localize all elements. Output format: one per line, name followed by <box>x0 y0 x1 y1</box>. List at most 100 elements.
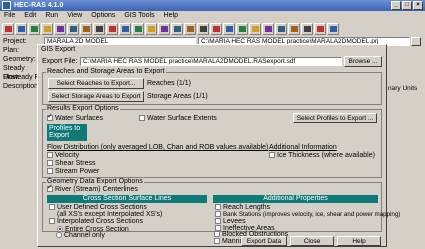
geometry-icon[interactable] <box>28 22 40 35</box>
results-group: Results Export Options Water Surfaces Wa… <box>42 105 382 178</box>
user-defined-xs-label: User Defined Cross Sections <box>57 204 147 211</box>
xyz-plot-icon[interactable] <box>210 22 222 35</box>
open-icon[interactable] <box>2 22 14 35</box>
water-surfaces-label: Water Surfaces <box>55 115 103 122</box>
entire-xs-radio[interactable]: Entire Cross Section <box>57 226 129 234</box>
export-file-label: Export File: <box>42 58 78 65</box>
radio-selected[interactable] <box>57 226 63 233</box>
menu-gis-tools[interactable]: GIS Tools <box>124 11 154 21</box>
flow-distribution-label: Flow Distribution (only averaged LOB, Ch… <box>47 144 269 151</box>
minimize-icon[interactable]: _ <box>391 1 401 10</box>
water-surface-extents-label: Water Surface Extents <box>147 115 217 122</box>
menu-help[interactable]: Help <box>164 11 178 21</box>
hecras-app-icon <box>2 1 11 10</box>
stream-power-checkbox[interactable]: Stream Power <box>47 168 99 176</box>
reaches-group-label: Reaches and Storage Areas to Export <box>46 68 166 76</box>
export-data-button[interactable]: Export Data <box>241 236 287 246</box>
checkbox-unchecked[interactable] <box>139 115 145 122</box>
save-icon[interactable] <box>15 22 27 35</box>
quasi-flow-icon[interactable] <box>67 22 79 35</box>
water-surface-extents-checkbox[interactable]: Water Surface Extents <box>139 115 217 123</box>
export-file-input[interactable]: C:\MARIA HEC RAS MODEL practice\MARALA2D… <box>80 57 342 66</box>
checkbox-unchecked[interactable] <box>269 152 275 159</box>
checkbox-unchecked[interactable] <box>215 204 221 211</box>
checkbox-unchecked[interactable] <box>47 168 53 175</box>
menu-view[interactable]: View <box>67 11 82 21</box>
additional-properties-header: Additional Properties <box>213 195 378 203</box>
profile-table-icon[interactable] <box>249 22 261 35</box>
ice-thickness-label: Ice Thickness (where available) <box>277 152 375 159</box>
warnings-icon[interactable] <box>275 22 287 35</box>
storage-areas-count: Storage Areas (1/1) <box>147 93 208 100</box>
shear-stress-label: Shear Stress <box>55 160 96 167</box>
water-surfaces-checkbox[interactable]: Water Surfaces <box>47 113 103 123</box>
help-button[interactable]: Help <box>337 236 381 246</box>
rating-curve-icon[interactable] <box>197 22 209 35</box>
river-centerlines-label: River (Stream) Centerlines <box>55 186 138 193</box>
units-label: nary Units <box>388 85 418 92</box>
dialog-title: GIS Export <box>41 46 76 53</box>
sediment-analysis-icon[interactable] <box>132 22 144 35</box>
menu-edit[interactable]: Edit <box>24 11 36 21</box>
reaches-count: Reaches (1/1) <box>147 80 191 87</box>
wq-analysis-icon[interactable] <box>145 22 157 35</box>
velocity-label: Velocity <box>55 152 80 159</box>
unsteady-analysis-icon[interactable] <box>119 22 131 35</box>
reach-lengths-label: Reach Lengths <box>223 204 271 211</box>
stage-hydro-icon[interactable] <box>223 22 235 35</box>
water-quality-icon[interactable] <box>93 22 105 35</box>
report-icon[interactable] <box>301 22 313 35</box>
velocity-checkbox[interactable]: Velocity <box>47 152 79 160</box>
project-dropdown-button[interactable] <box>411 37 421 46</box>
checkbox-unchecked[interactable] <box>47 152 53 159</box>
app-title: HEC-RAS 4.1.0 <box>14 2 64 9</box>
interpolated-xs-label: Interpolated Cross Sections <box>57 218 143 225</box>
shear-stress-checkbox[interactable]: Shear Stress <box>47 160 95 168</box>
browse-button[interactable]: Browse ... <box>344 56 382 67</box>
menu-bar: File Edit Run View Options GIS Tools Hel… <box>0 11 425 21</box>
additional-information-label: Additional Information <box>269 144 337 151</box>
steady-analysis-icon[interactable] <box>106 22 118 35</box>
checkbox-unchecked[interactable] <box>49 218 55 225</box>
checkbox-checked[interactable] <box>47 184 53 193</box>
select-storage-areas-button[interactable]: Select Storage Areas to Export ... <box>48 91 144 109</box>
checkbox-unchecked[interactable] <box>214 238 220 245</box>
xs-lines-header: Cross Section Surface Lines <box>47 195 207 203</box>
gis-export-dialog: GIS Export Export File: C:\MARIA HEC RAS… <box>37 44 400 247</box>
stream-power-label: Stream Power <box>55 168 100 175</box>
menu-run[interactable]: Run <box>45 11 58 21</box>
close-icon[interactable]: × <box>413 1 423 10</box>
select-reaches-button[interactable]: Select Reaches to Export... <box>48 78 144 89</box>
checkbox-unchecked[interactable] <box>49 204 55 211</box>
profile-plot-icon[interactable] <box>184 22 196 35</box>
close-button[interactable]: Close <box>290 236 334 246</box>
geometry-group: Geometry Data Export Options River (Stre… <box>42 178 400 234</box>
checkbox-unchecked[interactable] <box>215 211 221 218</box>
summary-icon[interactable] <box>262 22 274 35</box>
profiles-to-export-box[interactable]: Profiles to Export <box>47 124 87 141</box>
entire-xs-label: Entire Cross Section <box>65 226 129 233</box>
unsteady-flow-icon[interactable] <box>54 22 66 35</box>
help-icon[interactable] <box>327 22 339 35</box>
hydraulic-design-icon[interactable] <box>158 22 170 35</box>
table-icon[interactable] <box>236 22 248 35</box>
river-centerlines-checkbox[interactable]: River (Stream) Centerlines <box>47 184 138 194</box>
ice-thickness-checkbox[interactable]: Ice Thickness (where available) <box>269 152 375 160</box>
steady-flow-icon[interactable] <box>41 22 53 35</box>
maximize-icon[interactable]: □ <box>402 1 412 10</box>
notes-icon[interactable] <box>288 22 300 35</box>
checkbox-unchecked[interactable] <box>214 231 220 238</box>
checkbox-unchecked[interactable] <box>215 218 221 225</box>
menu-options[interactable]: Options <box>91 11 115 21</box>
dss-icon[interactable] <box>314 22 326 35</box>
menu-file[interactable]: File <box>4 11 15 21</box>
sediment-icon[interactable] <box>80 22 92 35</box>
select-profiles-button[interactable]: Select Profiles to Export ... <box>293 113 377 123</box>
toolbar <box>0 21 425 36</box>
geometry-group-label: Geometry Data Export Options <box>46 178 144 186</box>
interpolated-xs-checkbox[interactable]: Interpolated Cross Sections <box>49 218 143 226</box>
cross-section-icon[interactable] <box>171 22 183 35</box>
checkbox-checked[interactable] <box>47 113 53 122</box>
checkbox-unchecked[interactable] <box>47 160 53 167</box>
levees-label: Levees <box>223 218 246 225</box>
